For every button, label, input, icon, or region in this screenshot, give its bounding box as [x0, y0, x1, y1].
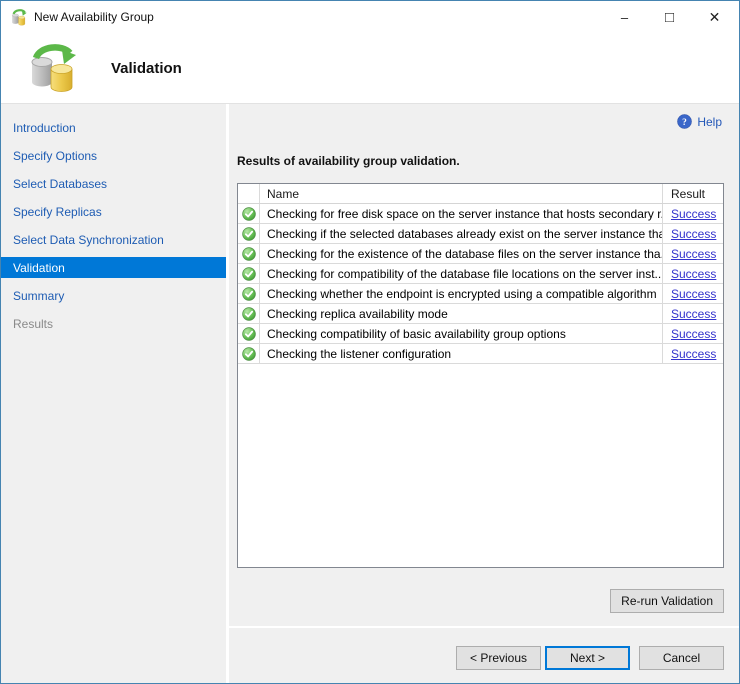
validation-results-table: Name Result Checking for free disk space… [237, 183, 724, 568]
result-link[interactable]: Success [671, 347, 716, 361]
result-link[interactable]: Success [671, 307, 716, 321]
page-title: Validation [111, 59, 182, 77]
success-check-icon [238, 304, 260, 323]
success-check-icon [238, 244, 260, 263]
footer-buttons: < Previous Next > Cancel [456, 646, 724, 670]
result-column-header[interactable]: Result [663, 184, 723, 203]
wizard-banner: Validation [1, 33, 739, 103]
table-row[interactable]: Checking whether the endpoint is encrypt… [238, 284, 723, 304]
footer-divider [229, 626, 739, 628]
result-link[interactable]: Success [671, 247, 716, 261]
sidebar-item-select-data-synchronization[interactable]: Select Data Synchronization [1, 226, 226, 254]
check-name: Checking compatibility of basic availabi… [260, 324, 663, 343]
sidebar-item-summary[interactable]: Summary [1, 282, 226, 310]
success-check-icon [238, 224, 260, 243]
wizard-steps-sidebar: Introduction Specify Options Select Data… [1, 104, 229, 683]
help-label: Help [697, 114, 722, 129]
check-name: Checking for compatibility of the databa… [260, 264, 663, 283]
check-name: Checking for free disk space on the serv… [260, 204, 663, 223]
sidebar-item-validation[interactable]: Validation [1, 257, 226, 278]
check-name: Checking the listener configuration [260, 344, 663, 363]
previous-button[interactable]: < Previous [456, 646, 541, 670]
success-check-icon [238, 284, 260, 303]
help-icon: ? [677, 114, 693, 129]
table-row[interactable]: Checking for the existence of the databa… [238, 244, 723, 264]
table-row[interactable]: Checking for compatibility of the databa… [238, 264, 723, 284]
result-link[interactable]: Success [671, 287, 716, 301]
cancel-button[interactable]: Cancel [639, 646, 724, 670]
name-column-header[interactable]: Name [260, 184, 663, 203]
close-button[interactable]: ✕ [692, 1, 737, 33]
icon-column-header [238, 184, 260, 203]
check-name: Checking for the existence of the databa… [260, 244, 663, 263]
table-empty-area [238, 364, 723, 567]
success-check-icon [238, 324, 260, 343]
results-caption: Results of availability group validation… [237, 154, 460, 168]
result-link[interactable]: Success [671, 207, 716, 221]
table-row[interactable]: Checking for free disk space on the serv… [238, 204, 723, 224]
table-row[interactable]: Checking replica availability mode Succe… [238, 304, 723, 324]
sidebar-item-select-databases[interactable]: Select Databases [1, 170, 226, 198]
result-link[interactable]: Success [671, 327, 716, 341]
table-row[interactable]: Checking if the selected databases alrea… [238, 224, 723, 244]
success-check-icon [238, 204, 260, 223]
svg-text:?: ? [682, 118, 687, 128]
table-row[interactable]: Checking compatibility of basic availabi… [238, 324, 723, 344]
check-name: Checking whether the endpoint is encrypt… [260, 284, 663, 303]
success-check-icon [238, 344, 260, 363]
minimize-button[interactable]: – [602, 1, 647, 33]
table-row[interactable]: Checking the listener configuration Succ… [238, 344, 723, 364]
help-link[interactable]: ? Help [677, 114, 722, 129]
sidebar-item-introduction[interactable]: Introduction [1, 114, 226, 142]
sidebar-item-specify-replicas[interactable]: Specify Replicas [1, 198, 226, 226]
check-name: Checking replica availability mode [260, 304, 663, 323]
new-availability-group-wizard: New Availability Group – □ ✕ Validation … [0, 0, 740, 684]
sidebar-item-specify-options[interactable]: Specify Options [1, 142, 226, 170]
sidebar-item-results: Results [13, 317, 54, 331]
result-link[interactable]: Success [671, 267, 716, 281]
result-link[interactable]: Success [671, 227, 716, 241]
validation-content: ? Help Results of availability group val… [229, 104, 739, 683]
maximize-button[interactable]: □ [647, 1, 692, 33]
success-check-icon [238, 264, 260, 283]
availability-group-icon [11, 8, 27, 25]
wizard-body: Introduction Specify Options Select Data… [1, 103, 739, 683]
next-button[interactable]: Next > [545, 646, 630, 670]
table-header: Name Result [238, 184, 723, 204]
window-title: New Availability Group [34, 10, 154, 24]
availability-group-banner-icon [31, 44, 76, 92]
check-name: Checking if the selected databases alrea… [260, 224, 663, 243]
rerun-validation-button[interactable]: Re-run Validation [610, 589, 724, 613]
title-bar: New Availability Group – □ ✕ [1, 1, 739, 33]
